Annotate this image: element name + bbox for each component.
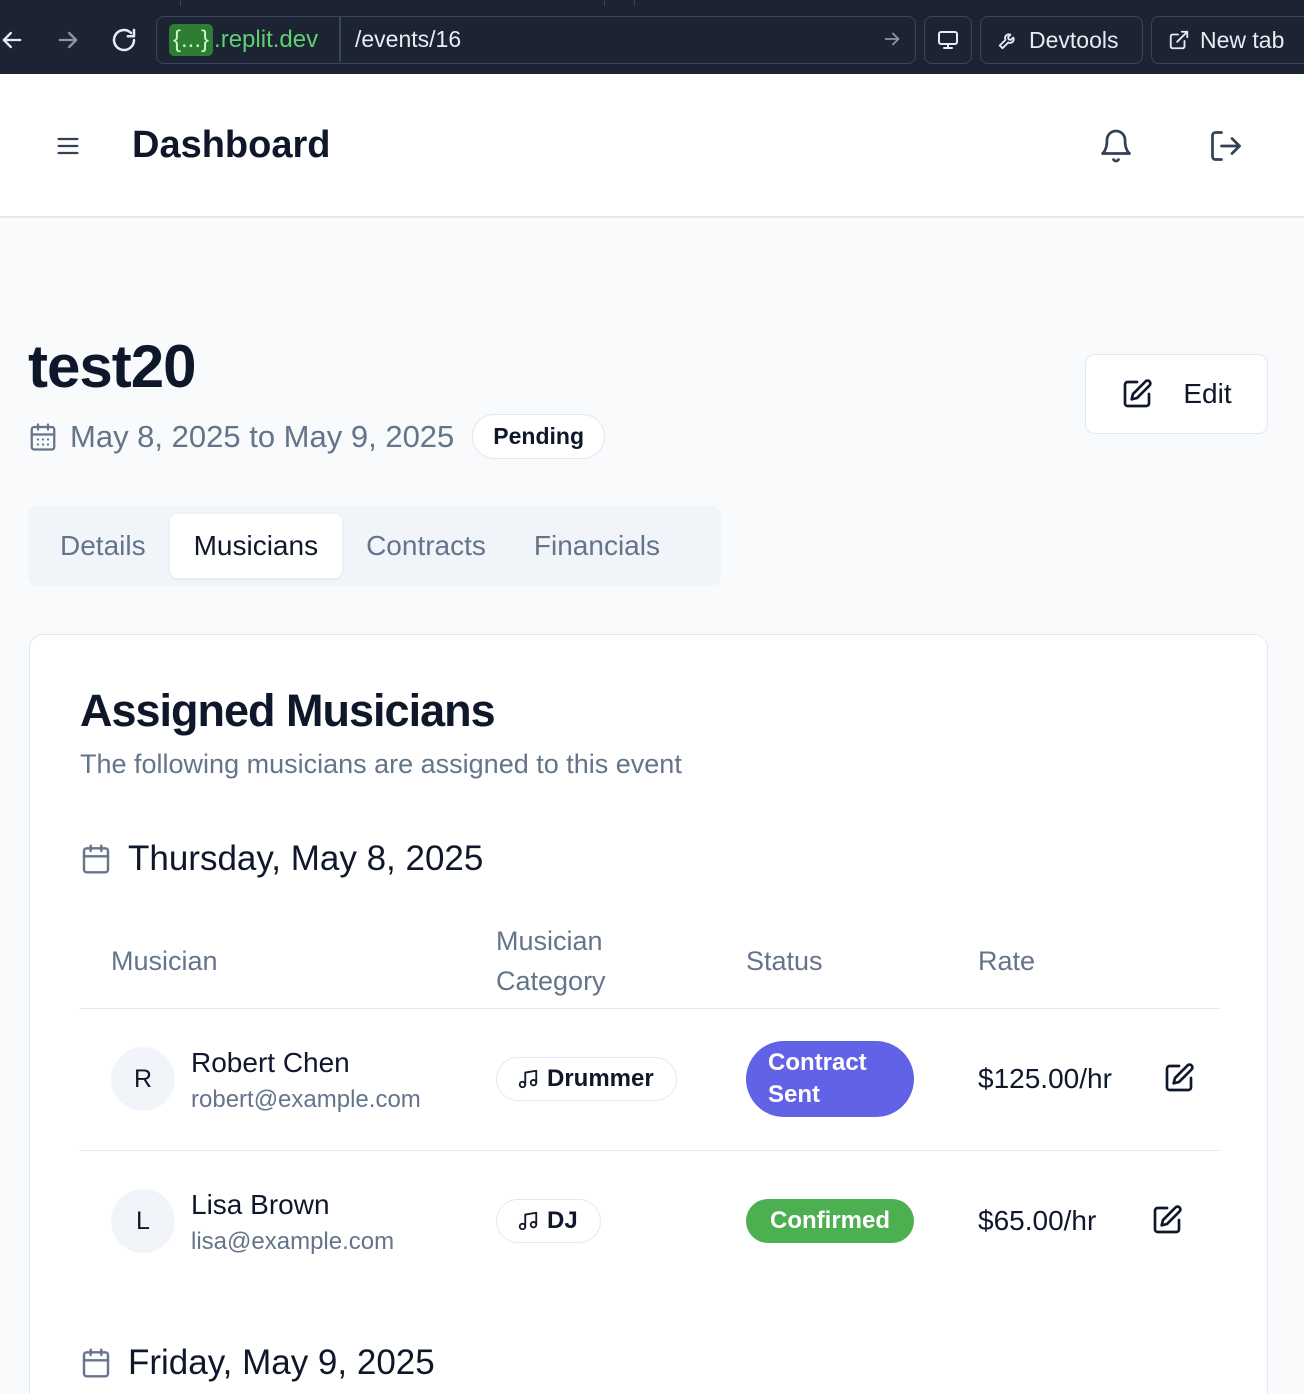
reload-icon bbox=[112, 28, 136, 52]
devtools-button[interactable]: Devtools bbox=[980, 16, 1143, 64]
event-dates-text: May 8, 2025 to May 9, 2025 bbox=[70, 418, 455, 454]
tab-strip-divider bbox=[180, 0, 1304, 6]
category-badge: DJ bbox=[496, 1199, 601, 1243]
tab-musicians[interactable]: Musicians bbox=[169, 514, 343, 578]
page-title: Dashboard bbox=[132, 124, 331, 166]
bell-icon bbox=[1101, 129, 1131, 163]
table-header: Musician Musician Category Status Rate bbox=[79, 921, 1219, 1009]
status-badge: Confirmed bbox=[746, 1199, 914, 1243]
rate-value: $125.00/hr bbox=[978, 1063, 1112, 1094]
calendar-icon bbox=[82, 844, 110, 874]
monitor-icon bbox=[938, 31, 958, 49]
day-label: Friday, May 9, 2025 bbox=[128, 1343, 435, 1382]
rate-value: $65.00/hr bbox=[978, 1205, 1097, 1236]
browser-toolbar: {...} .replit.dev /events/16 Devtools New… bbox=[0, 0, 1304, 74]
address-bar[interactable]: {...} .replit.dev /events/16 bbox=[156, 16, 916, 64]
forward-button[interactable] bbox=[50, 22, 86, 58]
day-heading: Friday, May 9, 2025 bbox=[80, 1343, 435, 1383]
music-note-icon bbox=[518, 1069, 538, 1089]
new-tab-label: New tab bbox=[1200, 26, 1285, 53]
new-tab-button[interactable]: New tab bbox=[1151, 16, 1304, 64]
reload-button[interactable] bbox=[106, 22, 142, 58]
event-tabs: Details Musicians Contracts Financials bbox=[28, 506, 721, 586]
column-header-musician[interactable]: Musician bbox=[111, 941, 218, 981]
url-host-domain: .replit.dev bbox=[214, 25, 319, 53]
forward-arrow-icon bbox=[58, 31, 78, 49]
menu-button[interactable] bbox=[54, 132, 82, 165]
edit-icon bbox=[1124, 379, 1153, 408]
edit-row-button[interactable] bbox=[1163, 1062, 1195, 1099]
tab-financials[interactable]: Financials bbox=[510, 514, 684, 578]
calendar-icon bbox=[30, 422, 56, 451]
external-link-icon bbox=[1169, 30, 1189, 50]
assigned-musicians-card: Assigned Musicians The following musicia… bbox=[29, 634, 1268, 1394]
logout-icon bbox=[1211, 131, 1241, 161]
musician-name: Robert Chen bbox=[191, 1047, 350, 1078]
column-header-status[interactable]: Status bbox=[746, 941, 823, 981]
notifications-button[interactable] bbox=[1098, 128, 1134, 169]
event-status-badge: Pending bbox=[472, 414, 606, 459]
tab-contracts[interactable]: Contracts bbox=[342, 514, 510, 578]
column-header-rate[interactable]: Rate bbox=[978, 941, 1035, 981]
table-row: R Robert Chen robert@example.com Drummer… bbox=[79, 1009, 1219, 1151]
event-date-range: May 8, 2025 to May 9, 2025 Pending bbox=[28, 414, 606, 459]
go-arrow-icon bbox=[884, 32, 900, 46]
calendar-icon bbox=[82, 1348, 110, 1378]
card-subtitle: The following musicians are assigned to … bbox=[80, 749, 682, 779]
status-badge: Contract Sent bbox=[746, 1041, 914, 1117]
tab-details[interactable]: Details bbox=[36, 514, 170, 578]
day-label: Thursday, May 8, 2025 bbox=[128, 839, 484, 878]
edit-icon bbox=[1165, 1063, 1194, 1092]
hamburger-menu-icon bbox=[57, 137, 79, 155]
back-button[interactable] bbox=[0, 22, 30, 58]
app-header: Dashboard bbox=[0, 74, 1304, 218]
avatar: R bbox=[111, 1047, 175, 1111]
edit-label: Edit bbox=[1183, 378, 1232, 409]
back-arrow-icon bbox=[2, 31, 22, 49]
day-heading: Thursday, May 8, 2025 bbox=[80, 839, 483, 879]
musician-email: robert@example.com bbox=[191, 1086, 421, 1113]
table-row: L Lisa Brown lisa@example.com DJ Confirm… bbox=[79, 1151, 1219, 1293]
url-path[interactable]: /events/16 bbox=[355, 17, 461, 62]
wrench-icon bbox=[998, 33, 1015, 50]
logout-button[interactable] bbox=[1208, 128, 1244, 169]
category-label: DJ bbox=[547, 1207, 578, 1234]
category-label: Drummer bbox=[547, 1065, 654, 1092]
edit-icon bbox=[1153, 1205, 1182, 1234]
devtools-label: Devtools bbox=[1029, 26, 1119, 53]
url-divider bbox=[339, 17, 341, 62]
avatar: L bbox=[111, 1189, 175, 1253]
music-note-icon bbox=[518, 1211, 538, 1231]
url-host: {...} .replit.dev bbox=[169, 17, 318, 62]
device-preview-button[interactable] bbox=[924, 16, 972, 64]
url-host-placeholder: {...} bbox=[169, 23, 214, 56]
card-title: Assigned Musicians bbox=[80, 685, 496, 736]
event-title: test20 bbox=[28, 333, 196, 400]
musician-name: Lisa Brown bbox=[191, 1189, 330, 1220]
go-button[interactable] bbox=[881, 28, 903, 55]
edit-row-button[interactable] bbox=[1151, 1204, 1183, 1241]
edit-event-button[interactable]: Edit bbox=[1085, 354, 1268, 434]
column-header-category[interactable]: Musician Category bbox=[496, 921, 696, 1001]
category-badge: Drummer bbox=[496, 1057, 677, 1101]
musician-email: lisa@example.com bbox=[191, 1228, 395, 1255]
